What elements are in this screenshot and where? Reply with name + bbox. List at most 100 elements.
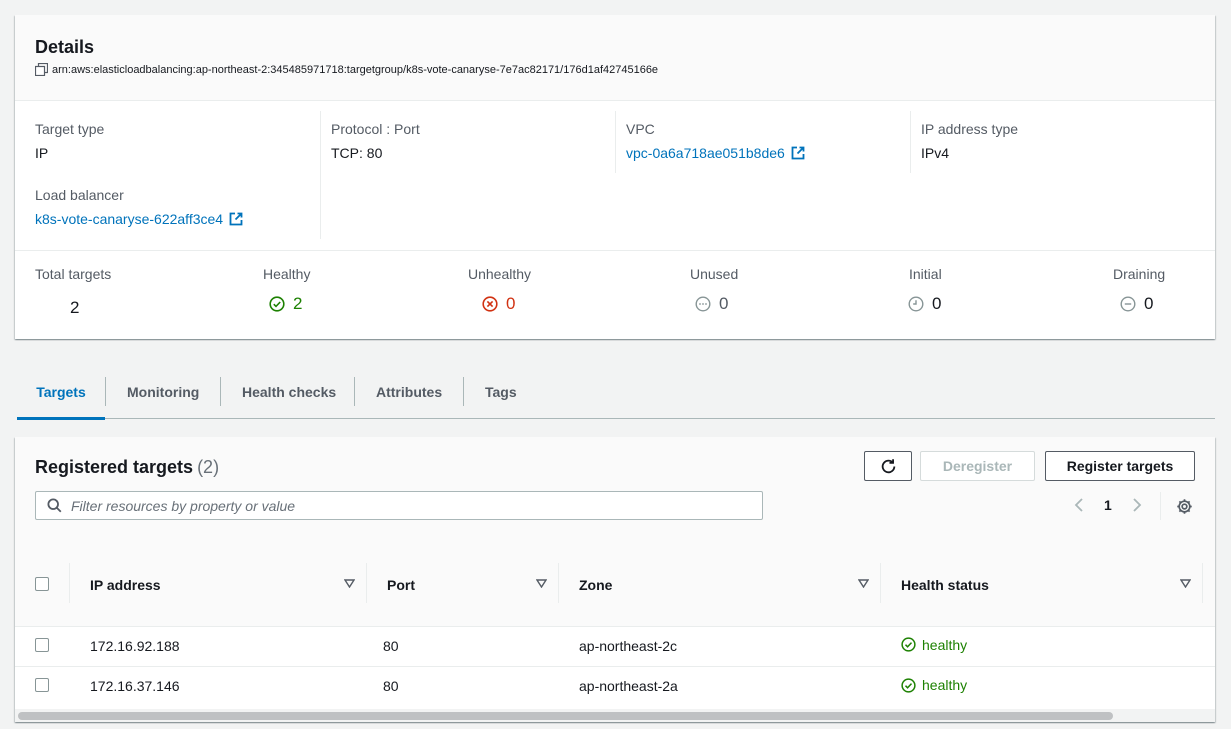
protocol-port-label: Protocol : Port xyxy=(331,121,420,137)
details-header: Details arn:aws:elasticloadbalancing:ap-… xyxy=(15,15,1215,101)
pagination: 1 xyxy=(1073,497,1143,513)
page-number[interactable]: 1 xyxy=(1104,497,1112,513)
col-ip-address-label: IP address xyxy=(90,577,161,594)
tab-targets[interactable]: Targets xyxy=(17,364,105,420)
table-header-row: IP address Port Zone Health status xyxy=(15,537,1215,626)
row-select-cell xyxy=(15,626,70,666)
unused-label: Unused xyxy=(690,266,739,282)
sort-caret-icon xyxy=(536,579,547,588)
healthy-count: 2 xyxy=(269,294,302,314)
status-stopped-icon xyxy=(695,296,711,312)
chevron-left-icon[interactable] xyxy=(1073,497,1085,513)
healthy-label: Healthy xyxy=(263,266,311,282)
zone-cell: ap-northeast-2c xyxy=(579,638,678,654)
tab-attributes[interactable]: Attributes xyxy=(376,364,442,419)
filter-box xyxy=(35,491,763,520)
details-panel: Details arn:aws:elasticloadbalancing:ap-… xyxy=(15,15,1215,339)
sort-caret-icon xyxy=(344,579,355,588)
port-cell: 80 xyxy=(383,678,399,695)
table-row[interactable]: 172.16.37.146 80 ap-northeast-2a healthy xyxy=(15,666,1215,706)
deregister-button[interactable]: Deregister xyxy=(920,451,1035,481)
target-type-value: IP xyxy=(35,145,49,161)
col-zone-label: Zone xyxy=(579,577,613,594)
col-health-status[interactable]: Health status xyxy=(881,537,1203,626)
status-stopping-icon xyxy=(1120,296,1136,312)
protocol-port-value: TCP: 80 xyxy=(331,145,383,161)
health-status: healthy xyxy=(901,637,967,653)
details-col-2: Protocol : Port TCP: 80 xyxy=(320,111,615,239)
registered-targets-count: (2) xyxy=(197,457,220,477)
row-checkbox[interactable] xyxy=(35,637,49,652)
tab-health-checks[interactable]: Health checks xyxy=(242,364,336,419)
details-divider xyxy=(15,250,1215,251)
settings-gear-icon[interactable] xyxy=(1176,498,1193,515)
select-all-checkbox[interactable] xyxy=(35,576,49,591)
total-targets-label: Total targets xyxy=(35,266,112,282)
registered-targets-title: Registered targets (2) xyxy=(35,457,219,478)
tab-separator xyxy=(354,377,355,406)
target-type-label: Target type xyxy=(35,121,105,137)
load-balancer-label: Load balancer xyxy=(35,187,124,203)
targets-table: IP address Port Zone Health status 172.1… xyxy=(15,537,1215,706)
registered-targets-panel: Registered targets (2) Deregister Registe… xyxy=(15,437,1215,722)
ip-cell: 172.16.37.146 xyxy=(90,678,180,695)
row-select-cell xyxy=(15,666,70,706)
registered-targets-title-text: Registered targets xyxy=(35,457,194,477)
arn-row: arn:aws:elasticloadbalancing:ap-northeas… xyxy=(35,63,658,76)
status-ok-icon xyxy=(901,637,916,652)
status-ok-icon xyxy=(901,677,916,693)
filter-input[interactable] xyxy=(71,497,731,514)
register-targets-button[interactable]: Register targets xyxy=(1045,451,1195,481)
col-port-label: Port xyxy=(387,577,415,594)
row-filler xyxy=(1203,666,1215,706)
row-checkbox[interactable] xyxy=(35,677,49,692)
col-ip-address[interactable]: IP address xyxy=(70,537,367,626)
draining-count: 0 xyxy=(1120,294,1153,314)
total-targets-value: 2 xyxy=(70,298,80,317)
tab-monitoring[interactable]: Monitoring xyxy=(127,364,199,419)
ip-address-type-value: IPv4 xyxy=(921,145,950,161)
zone-cell: ap-northeast-2a xyxy=(579,678,678,695)
load-balancer-link[interactable]: k8s-vote-canaryse-622aff3ce4 xyxy=(35,211,243,227)
details-col-4: IP address type IPv4 xyxy=(910,111,1215,173)
tab-tags[interactable]: Tags xyxy=(485,364,517,419)
status-pending-icon xyxy=(908,296,924,312)
table-row[interactable]: 172.16.92.188 80 ap-northeast-2c healthy xyxy=(15,626,1215,666)
tab-separator xyxy=(220,377,221,406)
load-balancer-value: k8s-vote-canaryse-622aff3ce4 xyxy=(35,211,243,227)
sort-caret-icon xyxy=(858,579,869,588)
ip-cell: 172.16.92.188 xyxy=(90,638,180,654)
ip-address-type-label: IP address type xyxy=(921,121,1019,137)
vpc-label: VPC xyxy=(626,121,655,137)
initial-count: 0 xyxy=(908,294,941,314)
copy-icon[interactable] xyxy=(35,63,48,76)
load-balancer-link-text[interactable]: k8s-vote-canaryse-622aff3ce4 xyxy=(35,211,223,227)
refresh-button[interactable] xyxy=(864,451,912,481)
tab-bar: Targets Monitoring Health checks Attribu… xyxy=(17,364,1215,420)
status-ok-icon xyxy=(269,296,285,312)
details-title: Details xyxy=(35,37,95,57)
vpc-link[interactable]: vpc-0a6a718ae051b8de6 xyxy=(626,145,805,161)
sort-caret-icon xyxy=(1180,579,1191,588)
details-col-1: Target type IP Load balancer k8s-vote-ca… xyxy=(15,111,320,239)
vpc-link-text[interactable]: vpc-0a6a718ae051b8de6 xyxy=(626,145,785,161)
initial-value: 0 xyxy=(932,294,942,313)
search-icon xyxy=(47,498,62,513)
status-error-icon xyxy=(482,296,498,312)
pagination-divider xyxy=(1160,492,1161,520)
chevron-right-icon[interactable] xyxy=(1131,497,1143,513)
scrollbar-thumb[interactable] xyxy=(18,712,1113,720)
col-port[interactable]: Port xyxy=(367,537,559,626)
health-cell: healthy xyxy=(881,666,1203,706)
tab-separator xyxy=(105,377,106,406)
horizontal-scrollbar[interactable] xyxy=(15,709,1215,722)
refresh-icon xyxy=(881,458,895,473)
unhealthy-value: 0 xyxy=(506,294,516,313)
col-zone[interactable]: Zone xyxy=(559,537,881,626)
draining-label: Draining xyxy=(1113,266,1166,282)
registered-targets-header: Registered targets (2) Deregister Registe… xyxy=(15,437,1215,537)
draining-value: 0 xyxy=(1144,294,1154,313)
vpc-value: vpc-0a6a718ae051b8de6 xyxy=(626,145,805,161)
health-status-text: healthy xyxy=(922,636,968,653)
row-filler xyxy=(1203,626,1215,666)
